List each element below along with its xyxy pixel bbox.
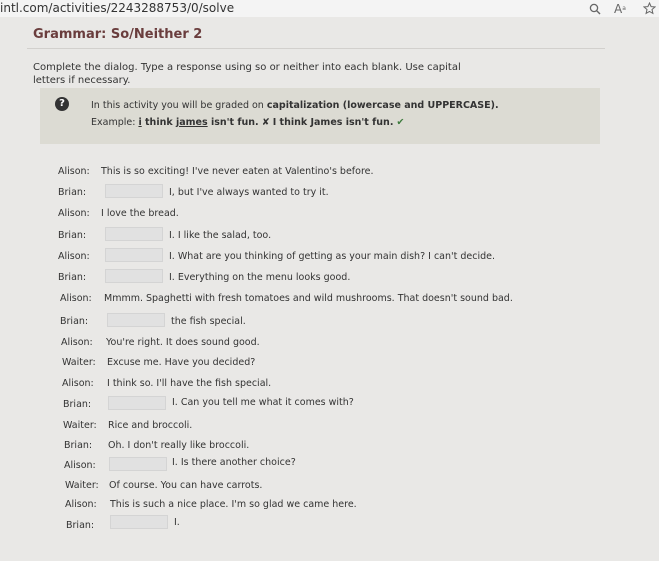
answer-input[interactable] bbox=[105, 269, 163, 283]
speaker: Alison: bbox=[61, 337, 93, 348]
speaker: Brian: bbox=[58, 230, 87, 241]
dialog-line: I. Is there another choice? bbox=[172, 457, 296, 468]
reader-mode-icon[interactable]: Aa bbox=[611, 1, 629, 16]
speaker: Brian: bbox=[58, 272, 87, 283]
check-mark-icon: ✔ bbox=[396, 117, 405, 128]
dialog-line: I think so. I'll have the fish special. bbox=[107, 378, 272, 389]
star-icon[interactable] bbox=[640, 1, 658, 16]
dialog-line: I. Everything on the menu looks good. bbox=[169, 272, 351, 283]
page-title: Grammar: So/Neither 2 bbox=[33, 27, 203, 42]
speaker: Waiter: bbox=[62, 357, 96, 368]
note-example: Example: i think james isn't fun. ✘ I th… bbox=[91, 117, 404, 128]
speaker: Alison: bbox=[64, 460, 96, 471]
answer-input[interactable] bbox=[107, 313, 165, 327]
speaker: Alison: bbox=[65, 499, 97, 510]
dialog-line: Rice and broccoli. bbox=[108, 420, 193, 431]
url-bar[interactable]: intl.com/activities/2243288753/0/solve bbox=[0, 0, 234, 16]
x-mark-icon: ✘ bbox=[261, 117, 270, 128]
dialog-line: You're right. It does sound good. bbox=[106, 337, 260, 348]
speaker: Alison: bbox=[60, 293, 92, 304]
speaker: Brian: bbox=[63, 399, 92, 410]
note-text: In this activity you will be graded on bbox=[91, 100, 267, 111]
answer-input[interactable] bbox=[105, 227, 163, 241]
dialog-line: I love the bread. bbox=[101, 208, 179, 219]
example-wrong-text: think bbox=[141, 117, 176, 128]
answer-input[interactable] bbox=[110, 515, 168, 529]
dialog-line: This is so exciting! I've never eaten at… bbox=[101, 166, 374, 177]
speaker: Waiter: bbox=[65, 480, 99, 491]
speaker: Brian: bbox=[60, 316, 89, 327]
example-right-text: I think James isn't fun. bbox=[272, 117, 394, 128]
grading-note bbox=[40, 88, 600, 144]
dialog-line: Oh. I don't really like broccoli. bbox=[108, 440, 250, 451]
dialog-line: I. I like the salad, too. bbox=[169, 230, 272, 241]
speaker: Brian: bbox=[58, 187, 87, 198]
dialog-line: I, but I've always wanted to try it. bbox=[169, 187, 329, 198]
answer-input[interactable] bbox=[105, 248, 163, 262]
speaker: Alison: bbox=[58, 251, 90, 262]
example-label: Example: bbox=[91, 117, 139, 128]
speaker: Brian: bbox=[64, 440, 93, 451]
speaker: Alison: bbox=[58, 166, 90, 177]
speaker: Brian: bbox=[66, 520, 95, 531]
speaker: Alison: bbox=[62, 378, 94, 389]
divider bbox=[27, 48, 605, 49]
browser-toolbar: intl.com/activities/2243288753/0/solve A… bbox=[0, 0, 659, 17]
dialog-line: I. Can you tell me what it comes with? bbox=[172, 397, 354, 408]
speaker: Alison: bbox=[58, 208, 90, 219]
answer-input[interactable] bbox=[109, 457, 167, 471]
instructions: Complete the dialog. Type a response usi… bbox=[33, 62, 461, 86]
dialog-line: This is such a nice place. I'm so glad w… bbox=[110, 499, 357, 510]
search-icon[interactable] bbox=[586, 1, 604, 16]
help-icon[interactable]: ? bbox=[55, 97, 69, 111]
dialog-line: I. What are you thinking of getting as y… bbox=[169, 251, 496, 262]
speaker: Waiter: bbox=[63, 420, 97, 431]
example-wrong-tail: isn't fun. bbox=[207, 117, 259, 128]
example-wrong-name: james bbox=[175, 117, 208, 128]
dialog-line: I. bbox=[174, 517, 180, 528]
dialog-line: Of course. You can have carrots. bbox=[109, 480, 263, 491]
dialog-line: Mmmm. Spaghetti with fresh tomatoes and … bbox=[104, 293, 513, 304]
note-bold-text: capitalization (lowercase and UPPERCASE)… bbox=[266, 100, 499, 111]
note-line-1: In this activity you will be graded on c… bbox=[91, 100, 499, 111]
answer-input[interactable] bbox=[105, 184, 163, 198]
dialog-line: the fish special. bbox=[171, 316, 246, 327]
dialog-line: Excuse me. Have you decided? bbox=[107, 357, 256, 368]
answer-input[interactable] bbox=[108, 396, 166, 410]
